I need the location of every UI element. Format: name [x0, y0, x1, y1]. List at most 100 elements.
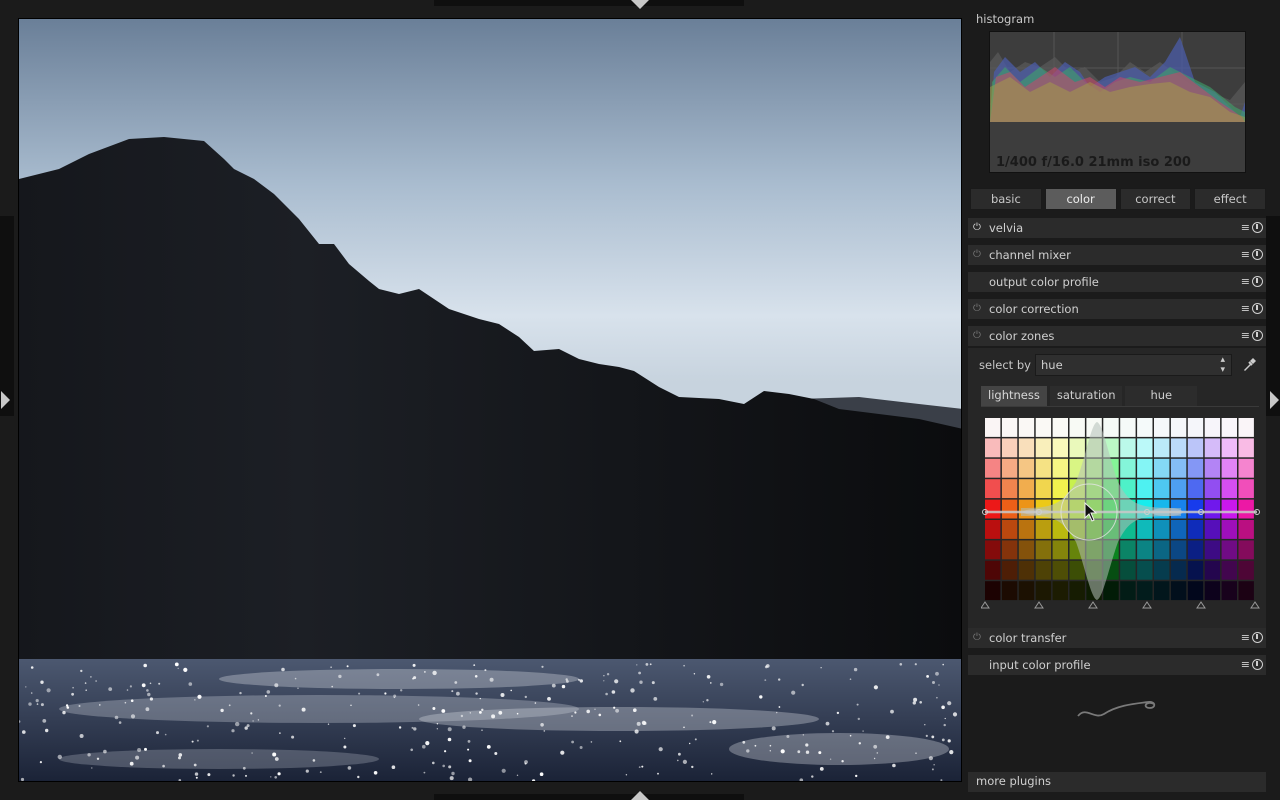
photo-image [19, 19, 961, 781]
module-color-zones[interactable]: ⏻ color zones ≡ [968, 326, 1266, 346]
power-icon[interactable]: ⏻ [971, 303, 983, 315]
zone-swatch [1238, 540, 1254, 560]
power-icon[interactable]: ⏻ [971, 249, 983, 261]
module-input-color-profile[interactable]: input color profile ≡ [968, 655, 1266, 675]
collapse-right-arrow-icon[interactable] [1270, 391, 1279, 409]
color-zones-graph[interactable] [981, 412, 1261, 610]
color-picker-icon[interactable] [1241, 357, 1257, 373]
reset-icon[interactable] [1252, 659, 1263, 670]
zone-swatch [985, 418, 1001, 437]
zone-swatch [1221, 581, 1237, 601]
module-color-transfer[interactable]: ⏻ color transfer ≡ [968, 628, 1266, 648]
zone-swatch [1154, 479, 1170, 499]
zone-swatch [985, 479, 1001, 499]
zone-swatch [1170, 560, 1187, 580]
zone-swatch [1018, 458, 1035, 478]
zone-swatch [1187, 479, 1204, 499]
zone-swatch [1238, 499, 1254, 519]
darktable-logo-icon [1077, 701, 1156, 717]
tab-correct[interactable]: correct [1119, 188, 1192, 210]
zone-swatch [1137, 581, 1153, 601]
tab-color[interactable]: color [1044, 188, 1117, 210]
zone-swatch [1035, 540, 1052, 560]
collapse-top-arrow-icon[interactable] [631, 0, 649, 9]
module-channel-mixer[interactable]: ⏻ channel mixer ≡ [968, 245, 1266, 265]
zone-swatch [1018, 438, 1035, 458]
tab-lightness[interactable]: lightness [981, 386, 1047, 406]
zone-swatch [1154, 458, 1170, 478]
zone-swatch [1154, 520, 1170, 539]
zone-swatch [1204, 560, 1221, 580]
presets-menu-icon[interactable]: ≡ [1241, 628, 1250, 648]
zone-swatch [1035, 581, 1052, 601]
zone-swatch [1187, 540, 1204, 560]
power-icon[interactable]: ⏻ [971, 330, 983, 342]
zone-swatch [1170, 520, 1187, 539]
left-panel-handle[interactable] [0, 216, 14, 416]
more-plugins-button[interactable]: more plugins [968, 772, 1266, 792]
reset-icon[interactable] [1252, 632, 1263, 643]
tab-effect[interactable]: effect [1194, 188, 1266, 210]
zone-swatch [985, 540, 1001, 560]
select-by-value: hue [1041, 358, 1063, 372]
zone-swatch [1052, 418, 1068, 437]
module-velvia[interactable]: ⏻ velvia ≡ [968, 218, 1266, 238]
zone-swatch [1238, 438, 1254, 458]
module-output-color-profile[interactable]: output color profile ≡ [968, 272, 1266, 292]
histogram-title: histogram [976, 12, 1035, 26]
zone-swatch [1187, 520, 1204, 539]
collapse-left-arrow-icon[interactable] [1, 391, 10, 409]
presets-menu-icon[interactable]: ≡ [1241, 272, 1250, 292]
tabs-divider [981, 406, 1259, 407]
zone-swatch [1154, 438, 1170, 458]
zone-swatch [985, 438, 1001, 458]
zone-swatch [1137, 458, 1153, 478]
select-by-dropdown[interactable]: hue ▴ ▾ [1035, 354, 1232, 376]
zone-swatch [1154, 560, 1170, 580]
zone-triangle-markers [981, 601, 1260, 609]
zone-swatch [1069, 581, 1085, 601]
module-name: output color profile [989, 275, 1099, 289]
zone-swatch [1204, 499, 1221, 519]
reset-icon[interactable] [1252, 303, 1263, 314]
right-panel-handle[interactable] [1266, 216, 1280, 416]
power-icon[interactable]: ⏻ [971, 222, 983, 234]
top-panel-handle[interactable] [434, 0, 744, 6]
zone-swatch [1170, 458, 1187, 478]
reset-icon[interactable] [1252, 330, 1263, 341]
presets-menu-icon[interactable]: ≡ [1241, 299, 1250, 319]
presets-menu-icon[interactable]: ≡ [1241, 655, 1250, 675]
collapse-bottom-arrow-icon[interactable] [631, 791, 649, 800]
power-icon[interactable]: ⏻ [971, 632, 983, 644]
presets-menu-icon[interactable]: ≡ [1241, 245, 1250, 265]
zone-swatch [1137, 540, 1153, 560]
zone-swatch [1120, 581, 1136, 601]
tab-saturation[interactable]: saturation [1049, 386, 1123, 406]
tab-hue[interactable]: hue [1125, 386, 1198, 406]
module-name: color zones [989, 329, 1055, 343]
color-zones-tabs: lightness saturation hue [981, 386, 1200, 406]
zone-swatch [1238, 520, 1254, 539]
histogram-widget[interactable]: 1/400 f/16.0 21mm iso 200 [989, 31, 1246, 173]
zone-swatch [1035, 560, 1052, 580]
zone-swatch [1221, 520, 1237, 539]
zone-swatch [1137, 438, 1153, 458]
image-canvas[interactable] [18, 18, 962, 782]
tab-basic[interactable]: basic [970, 188, 1042, 210]
presets-menu-icon[interactable]: ≡ [1241, 218, 1250, 238]
zone-swatch [1221, 438, 1237, 458]
presets-menu-icon[interactable]: ≡ [1241, 326, 1250, 346]
module-color-correction[interactable]: ⏻ color correction ≡ [968, 299, 1266, 319]
bottom-panel-handle[interactable] [434, 794, 744, 800]
zone-swatch [1154, 540, 1170, 560]
zone-swatch [1052, 458, 1068, 478]
zone-swatch [1001, 560, 1018, 580]
reset-icon[interactable] [1252, 249, 1263, 260]
zone-swatch [1221, 499, 1237, 519]
zone-swatch [1170, 581, 1187, 601]
zone-swatch [985, 581, 1001, 601]
reset-icon[interactable] [1252, 276, 1263, 287]
zone-swatch [1001, 581, 1018, 601]
reset-icon[interactable] [1252, 222, 1263, 233]
zone-swatch [1187, 438, 1204, 458]
